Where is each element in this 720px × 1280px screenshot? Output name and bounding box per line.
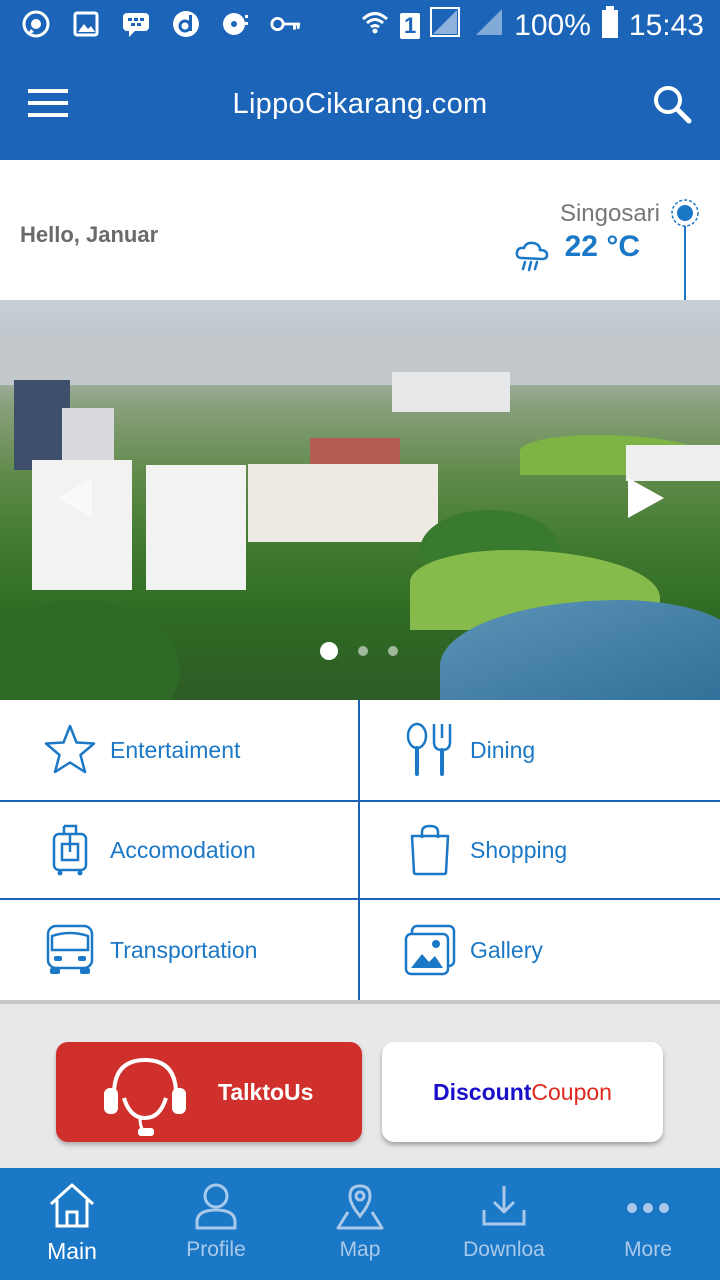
dining-icon (406, 722, 452, 776)
category-accomodation[interactable]: Accomodation (0, 800, 360, 900)
hero-carousel[interactable] (0, 300, 720, 700)
carousel-prev-icon[interactable] (58, 478, 92, 518)
category-gallery[interactable]: Gallery (360, 900, 720, 1000)
map-icon (336, 1184, 384, 1230)
app-title: LippoCikarang.com (232, 88, 488, 120)
gallery-icon (404, 924, 456, 976)
app-bar: LippoCikarang.com (0, 50, 720, 160)
carousel-indicator (320, 642, 398, 660)
city-skyline (0, 330, 720, 385)
category-label: Accomodation (110, 836, 256, 863)
sim-badge: 1 (399, 13, 421, 39)
discount-coupon-button[interactable]: Discount Coupon (382, 1042, 663, 1142)
nav-label: Profile (186, 1238, 246, 1261)
status-bar: 1 100% 15:43 (0, 0, 720, 50)
nav-label: Main (47, 1238, 97, 1264)
dailymotion-icon (170, 8, 202, 40)
gallery-icon (70, 8, 102, 40)
nav-main[interactable]: Main (0, 1168, 144, 1280)
clock: 15:43 (628, 9, 704, 42)
nav-label: More (624, 1238, 672, 1261)
bottom-nav: Main Profile Map Downloa More (0, 1168, 720, 1280)
headset-icon (104, 1057, 186, 1136)
category-grid: Entertaiment Dining Accomodation Shoppin… (0, 700, 720, 1000)
luggage-icon (52, 824, 88, 876)
bbm-icon (120, 8, 152, 40)
right-building (626, 445, 720, 481)
nav-profile[interactable]: Profile (144, 1168, 288, 1280)
grid-divider (0, 800, 720, 802)
media-icon (220, 8, 252, 40)
carousel-dot[interactable] (320, 642, 338, 660)
wifi-icon (360, 7, 390, 45)
battery-icon (601, 6, 619, 46)
tree-cluster (0, 600, 180, 700)
hotel-roof (310, 438, 400, 466)
category-dining[interactable]: Dining (360, 700, 720, 800)
signal-strength-icon (474, 7, 504, 45)
grid-divider (0, 898, 720, 900)
more-icon (627, 1203, 669, 1213)
talk-to-us-button[interactable]: TalktoUs (56, 1042, 362, 1142)
key-icon (270, 8, 302, 40)
carousel-dot[interactable] (358, 646, 368, 656)
category-label: Transportation (110, 936, 258, 963)
nav-label: Downloa (463, 1238, 545, 1261)
category-transportation[interactable]: Transportation (0, 900, 360, 1000)
hotel-building (248, 464, 438, 542)
nav-map[interactable]: Map (288, 1168, 432, 1280)
weather-location: Singosari (559, 200, 660, 227)
battery-level: 100% (514, 9, 591, 42)
category-label: Dining (470, 736, 536, 763)
grid-divider (358, 700, 360, 1000)
profile-icon (195, 1183, 237, 1230)
location-line (684, 226, 686, 300)
carousel-dot[interactable] (388, 646, 398, 656)
search-icon[interactable] (652, 84, 692, 124)
category-shopping[interactable]: Shopping (360, 800, 720, 900)
bus-icon (46, 924, 94, 974)
nav-label: Map (339, 1238, 381, 1261)
star-icon (44, 724, 96, 774)
whatsapp-icon (20, 8, 52, 40)
home-icon (49, 1183, 95, 1228)
category-entertainment[interactable]: Entertaiment (0, 700, 360, 800)
coupon-label-coupon: Coupon (531, 1078, 612, 1105)
temperature: 22 °C (564, 230, 640, 263)
signal-icon (430, 7, 464, 45)
far-building (392, 372, 510, 412)
carousel-next-icon[interactable] (628, 478, 664, 518)
category-label: Entertaiment (110, 736, 241, 763)
talk-to-us-label: TalktoUs (218, 1078, 314, 1105)
shopping-bag-icon (410, 824, 450, 876)
greeting-text: Hello, Januar (20, 222, 159, 247)
category-label: Shopping (470, 836, 568, 863)
grid-shadow (0, 1000, 720, 1004)
nav-download[interactable]: Downloa (432, 1168, 576, 1280)
location-pin-icon[interactable] (670, 198, 700, 228)
category-label: Gallery (470, 936, 543, 963)
download-icon (482, 1186, 526, 1226)
greeting-panel: Hello, Januar Singosari 22 °C (0, 160, 720, 300)
rain-cloud-icon (514, 240, 550, 272)
nav-more[interactable]: More (576, 1168, 720, 1280)
apartment-tower-right (146, 465, 246, 590)
coupon-label-discount: Discount (433, 1078, 532, 1105)
